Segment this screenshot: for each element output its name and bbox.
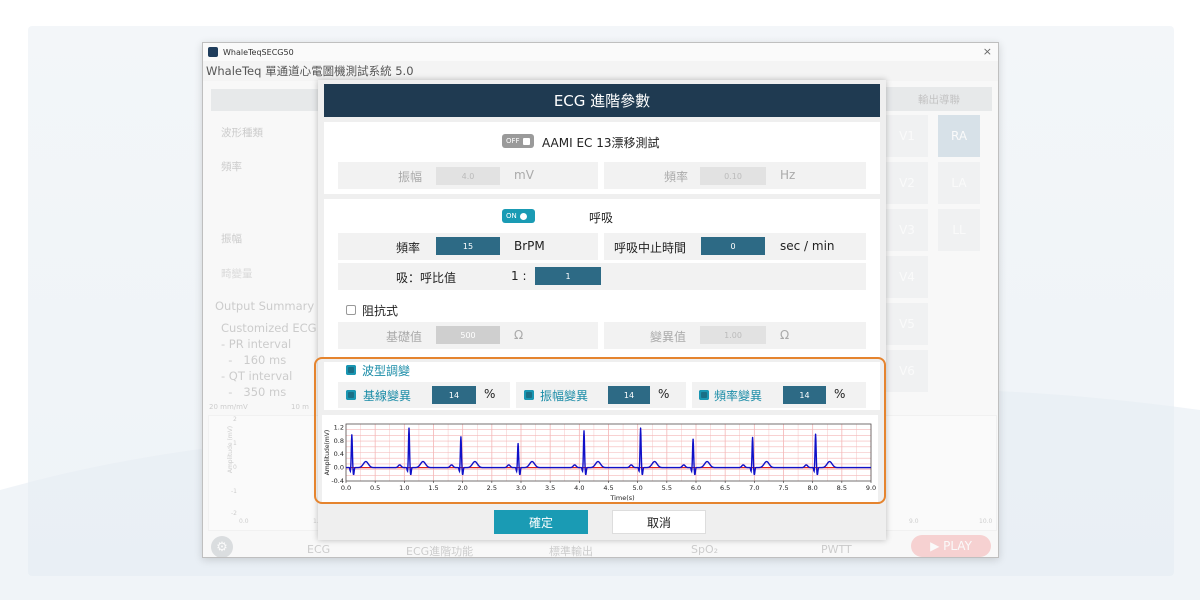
- resp-apnea-input[interactable]: 0: [701, 237, 765, 255]
- resp-freq-unit: BrPM: [514, 239, 545, 253]
- app-icon: [208, 47, 218, 57]
- imp-var-input[interactable]: 1.00: [700, 326, 766, 344]
- respiration-toggle-label: ON: [506, 212, 517, 220]
- imp-var-unit: Ω: [780, 328, 790, 342]
- imp-base-cell: 基礎值 500 Ω: [338, 322, 598, 349]
- toggle-knob: [519, 212, 527, 220]
- imp-base-unit: Ω: [514, 328, 524, 342]
- aami-amp-input[interactable]: 4.0: [436, 167, 500, 185]
- window-title: WhaleTeqSECG50: [223, 47, 294, 57]
- imp-var-label: 變異值: [650, 330, 687, 344]
- toggle-knob: [522, 137, 530, 145]
- resp-apnea-label: 呼吸中止時間: [614, 241, 687, 255]
- resp-freq-input[interactable]: 15: [436, 237, 500, 255]
- title-bar: WhaleTeqSECG50 ×: [203, 43, 998, 61]
- imp-var-cell: 變異值 1.00 Ω: [604, 322, 866, 349]
- resp-freq-cell: 頻率 15 BrPM: [338, 233, 598, 260]
- imp-base-input[interactable]: 500: [436, 326, 500, 344]
- dialog-title: ECG 進階參數: [324, 84, 880, 117]
- aami-freq-label: 頻率: [664, 170, 689, 184]
- aami-amp-label: 振幅: [398, 170, 423, 184]
- aami-amp-unit: mV: [514, 168, 534, 182]
- aami-freq-cell: 頻率 0.10 Hz: [604, 162, 866, 189]
- aami-toggle[interactable]: OFF: [502, 134, 534, 148]
- resp-freq-label: 頻率: [396, 241, 421, 255]
- resp-ratio-input[interactable]: 1: [535, 267, 601, 285]
- app-title: WhaleTeq 單通道心電圖機測試系統 5.0: [206, 64, 414, 78]
- resp-apnea-unit: sec / min: [780, 239, 835, 253]
- impedance-label: 阻抗式: [362, 304, 399, 318]
- impedance-checkbox[interactable]: [346, 305, 356, 315]
- imp-base-label: 基礎值: [386, 330, 423, 344]
- confirm-button[interactable]: 確定: [494, 510, 588, 534]
- aami-label: AAMI EC 13漂移測試: [542, 136, 660, 150]
- aami-section: OFF AAMI EC 13漂移測試 振幅 4.0 mV 頻率 0.10 Hz: [324, 122, 880, 194]
- aami-freq-input[interactable]: 0.10: [700, 167, 766, 185]
- cancel-button[interactable]: 取消: [612, 510, 706, 534]
- modulation-highlight-box: [314, 357, 886, 504]
- respiration-section: ON 呼吸 頻率 15 BrPM 呼吸中止時間 0 sec / min 吸：呼比…: [324, 199, 880, 359]
- resp-apnea-cell: 呼吸中止時間 0 sec / min: [604, 233, 866, 260]
- respiration-label: 呼吸: [589, 211, 614, 225]
- aami-toggle-label: OFF: [506, 137, 520, 145]
- resp-ratio-label: 吸：呼比值: [396, 271, 457, 285]
- aami-freq-unit: Hz: [780, 168, 796, 182]
- respiration-toggle[interactable]: ON: [502, 209, 535, 223]
- resp-ratio-prefix: 1 :: [511, 269, 527, 283]
- resp-ratio-cell: 吸：呼比值 1 : 1: [338, 263, 866, 290]
- aami-amp-cell: 振幅 4.0 mV: [338, 162, 598, 189]
- close-icon[interactable]: ×: [983, 45, 992, 58]
